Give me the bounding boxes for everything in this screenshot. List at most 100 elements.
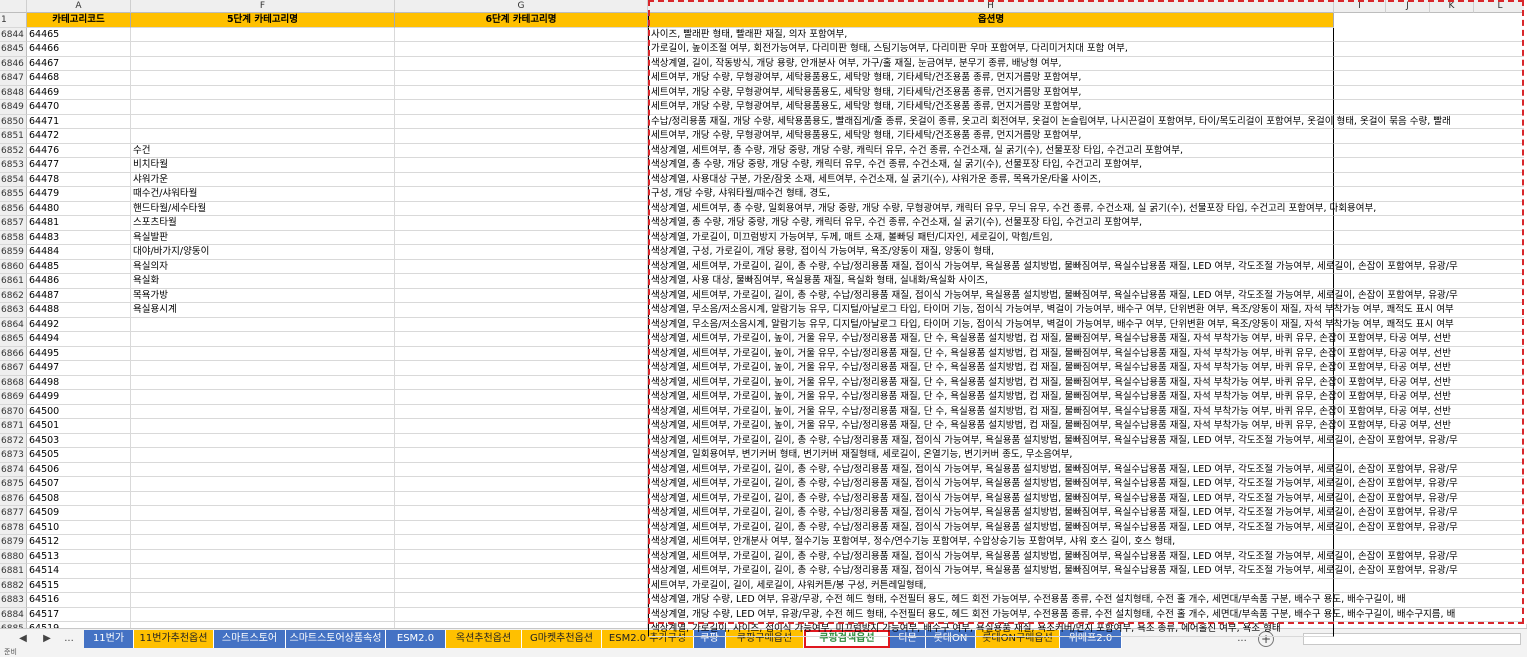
option-name-cell[interactable]: 색상계열, 세트여부, 가로길이, 높이, 거울 유무, 수납/정리용품 재질,… bbox=[648, 332, 1451, 347]
empty-cell[interactable] bbox=[1334, 187, 1527, 202]
option-name-cell[interactable]: 색상계열, 세트여부, 가로길이, 길이, 총 수량, 수납/정리용품 재질, … bbox=[648, 462, 1458, 477]
category-code-cell[interactable]: 64501 bbox=[27, 419, 131, 434]
column-header-l[interactable]: L bbox=[1474, 0, 1527, 13]
level6-name-cell[interactable] bbox=[395, 477, 648, 492]
level6-name-cell[interactable] bbox=[395, 71, 648, 86]
level5-name-cell[interactable] bbox=[131, 535, 395, 550]
level6-name-cell[interactable] bbox=[395, 375, 648, 390]
row-number[interactable]: 6847 bbox=[0, 71, 27, 86]
category-code-cell[interactable]: 64513 bbox=[27, 549, 131, 564]
level6-name-cell[interactable] bbox=[395, 491, 648, 506]
row-number[interactable]: 6846 bbox=[0, 56, 27, 71]
level6-name-cell[interactable] bbox=[395, 42, 648, 57]
option-name-cell[interactable]: 색상계열, 일회용여부, 변기커버 형태, 변기커버 재질형태, 세로길이, 온… bbox=[648, 448, 1334, 463]
row-number[interactable]: 6854 bbox=[0, 172, 27, 187]
option-name-cell[interactable]: 색상계열, 길이, 작동방식, 개당 용량, 안개분사 여부, 가구/홀 재질,… bbox=[648, 56, 1334, 71]
option-name-cell[interactable]: 색상계열, 세트여부, 안개분사 여부, 절수기능 포함여부, 정수/연수기능 … bbox=[648, 535, 1334, 550]
category-code-cell[interactable]: 64510 bbox=[27, 520, 131, 535]
level5-name-cell[interactable]: 대야/바가지/양동이 bbox=[131, 245, 395, 260]
option-name-cell[interactable]: 구성, 개당 수량, 샤워타월/때수건 형태, 경도, bbox=[648, 187, 1334, 202]
empty-cell[interactable] bbox=[1334, 85, 1527, 100]
sheet-tab[interactable]: G마켓추천옵션 bbox=[522, 630, 602, 648]
level6-name-cell[interactable] bbox=[395, 27, 648, 42]
level6-name-cell[interactable] bbox=[395, 158, 648, 173]
level5-name-cell[interactable]: 욕실용시계 bbox=[131, 303, 395, 318]
column-header-g[interactable]: G bbox=[395, 0, 648, 13]
category-code-cell[interactable]: 64485 bbox=[27, 259, 131, 274]
row-number[interactable]: 6879 bbox=[0, 535, 27, 550]
empty-cell[interactable] bbox=[1334, 216, 1527, 231]
category-code-cell[interactable]: 64472 bbox=[27, 129, 131, 144]
level5-name-cell[interactable] bbox=[131, 404, 395, 419]
category-code-cell[interactable]: 64517 bbox=[27, 607, 131, 622]
category-code-cell[interactable]: 64508 bbox=[27, 491, 131, 506]
level6-name-cell[interactable] bbox=[395, 535, 648, 550]
level6-name-cell[interactable] bbox=[395, 56, 648, 71]
level6-name-cell[interactable] bbox=[395, 187, 648, 202]
level5-name-cell[interactable] bbox=[131, 607, 395, 622]
option-name-cell[interactable]: 색상계열, 세트여부, 가로길이, 높이, 거울 유무, 수납/정리용품 재질,… bbox=[648, 390, 1451, 405]
category-code-cell[interactable]: 64512 bbox=[27, 535, 131, 550]
option-name-cell[interactable]: 색상계열, 사용 대상, 물빠짐여부, 욕실용품 재질, 욕실화 형태, 실내화… bbox=[648, 274, 1334, 289]
prev-sheet-icon[interactable]: ◀ bbox=[16, 631, 30, 647]
column-header-h[interactable]: H bbox=[648, 0, 1334, 13]
category-code-cell[interactable]: 64500 bbox=[27, 404, 131, 419]
level6-name-cell[interactable] bbox=[395, 448, 648, 463]
category-code-cell[interactable]: 64471 bbox=[27, 114, 131, 129]
level5-name-cell[interactable] bbox=[131, 390, 395, 405]
category-code-cell[interactable]: 64514 bbox=[27, 564, 131, 579]
level6-name-cell[interactable] bbox=[395, 390, 648, 405]
option-name-cell[interactable]: 색상계열, 개당 수량, LED 여부, 유광/무광, 수전 헤드 형태, 수전… bbox=[648, 607, 1455, 622]
row-number[interactable]: 6883 bbox=[0, 593, 27, 608]
level5-name-cell[interactable] bbox=[131, 477, 395, 492]
option-name-cell[interactable]: 색상계열, 세트여부, 가로길이, 길이, 총 수량, 수납/정리용품 재질, … bbox=[648, 506, 1458, 521]
level5-name-cell[interactable] bbox=[131, 462, 395, 477]
row-number[interactable]: 6870 bbox=[0, 404, 27, 419]
level5-name-cell[interactable] bbox=[131, 375, 395, 390]
option-name-cell[interactable]: 색상계열, 세트여부, 가로길이, 길이, 총 수량, 수납/정리용품 재질, … bbox=[648, 433, 1458, 448]
row-number[interactable]: 6853 bbox=[0, 158, 27, 173]
category-code-cell[interactable]: 64492 bbox=[27, 317, 131, 332]
level6-name-cell[interactable] bbox=[395, 578, 648, 593]
level6-name-cell[interactable] bbox=[395, 172, 648, 187]
level5-name-cell[interactable] bbox=[131, 317, 395, 332]
category-code-cell[interactable]: 64477 bbox=[27, 158, 131, 173]
level5-name-cell[interactable] bbox=[131, 361, 395, 376]
empty-cell[interactable] bbox=[1334, 535, 1527, 550]
category-code-cell[interactable]: 64468 bbox=[27, 71, 131, 86]
level6-name-cell[interactable] bbox=[395, 549, 648, 564]
level6-name-cell[interactable] bbox=[395, 216, 648, 231]
empty-cell[interactable] bbox=[1334, 143, 1527, 158]
row-number[interactable]: 6860 bbox=[0, 259, 27, 274]
option-name-cell[interactable]: 색상계열, 사용대상 구분, 가운/잠옷 소재, 세트여부, 수건소재, 실 굵… bbox=[648, 172, 1334, 187]
level5-name-cell[interactable]: 스포츠타월 bbox=[131, 216, 395, 231]
row-number[interactable]: 6877 bbox=[0, 506, 27, 521]
header-cell-option-name[interactable]: 옵션명 bbox=[648, 13, 1334, 28]
option-name-cell[interactable]: 색상계열, 무소음/저소음시계, 알람기능 유무, 디지털/아날로그 타입, 타… bbox=[648, 317, 1454, 332]
column-header-j[interactable]: J bbox=[1386, 0, 1430, 13]
category-code-cell[interactable]: 64515 bbox=[27, 578, 131, 593]
sheet-tab[interactable]: 11번가 bbox=[84, 630, 134, 648]
level5-name-cell[interactable]: 목욕가방 bbox=[131, 288, 395, 303]
row-number[interactable]: 6861 bbox=[0, 274, 27, 289]
level5-name-cell[interactable] bbox=[131, 520, 395, 535]
level6-name-cell[interactable] bbox=[395, 520, 648, 535]
option-name-cell[interactable]: 색상계열, 세트여부, 가로길이, 높이, 거울 유무, 수납/정리용품 재질,… bbox=[648, 346, 1451, 361]
option-name-cell[interactable]: 수납/정리용품 재질, 개당 수량, 세탁용품용도, 빨래집게/줄 종류, 옷걸… bbox=[648, 114, 1451, 129]
row-number[interactable]: 6872 bbox=[0, 433, 27, 448]
sheet-tab[interactable]: ESM2.0 bbox=[386, 630, 446, 648]
sheet-tab[interactable]: 스마트스토어 bbox=[214, 630, 286, 648]
option-name-cell[interactable]: 색상계열, 세트여부, 가로길이, 길이, 총 수량, 수납/정리용품 재질, … bbox=[648, 520, 1458, 535]
category-code-cell[interactable]: 64465 bbox=[27, 27, 131, 42]
level5-name-cell[interactable]: 샤워가운 bbox=[131, 172, 395, 187]
level6-name-cell[interactable] bbox=[395, 607, 648, 622]
option-name-cell[interactable]: 색상계열, 구성, 가로길이, 개당 용량, 접이식 가능여부, 욕조/양동이 … bbox=[648, 245, 1334, 260]
level5-name-cell[interactable] bbox=[131, 85, 395, 100]
level5-name-cell[interactable]: 욕실의자 bbox=[131, 259, 395, 274]
option-name-cell[interactable]: 세트여부, 개당 수량, 무형광여부, 세탁용품용도, 세탁망 형태, 기타세탁… bbox=[648, 100, 1334, 115]
level5-name-cell[interactable] bbox=[131, 578, 395, 593]
level6-name-cell[interactable] bbox=[395, 230, 648, 245]
row-number[interactable]: 6848 bbox=[0, 85, 27, 100]
column-header-k[interactable]: K bbox=[1430, 0, 1474, 13]
level6-name-cell[interactable] bbox=[395, 245, 648, 260]
